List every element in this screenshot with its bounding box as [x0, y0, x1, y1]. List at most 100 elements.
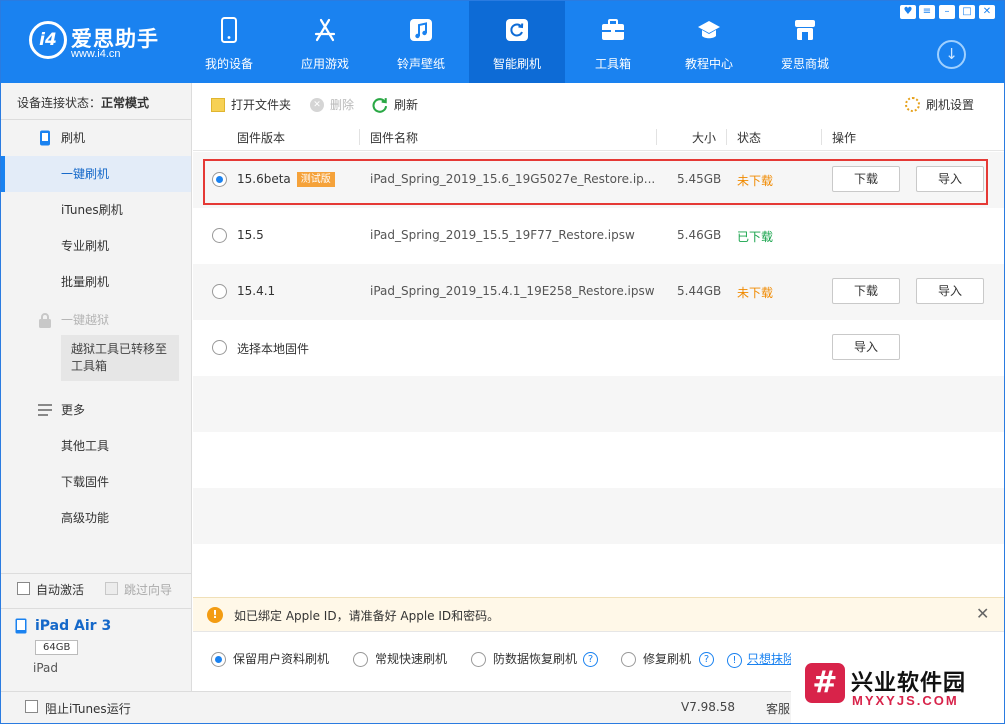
gear-icon	[905, 97, 920, 112]
option-label: 修复刷机	[643, 652, 692, 666]
nav-apps-games[interactable]: 应用游戏	[277, 1, 373, 83]
sidebar: 设备连接状态：正常模式 刷机 一键刷机 iTunes刷机 专业刷机 批量刷机 一…	[1, 83, 192, 691]
column-action: 操作	[832, 131, 857, 145]
local-firmware-label: 选择本地固件	[237, 342, 310, 356]
option-radio[interactable]	[471, 652, 486, 667]
customer-service-link[interactable]: 客服	[766, 700, 790, 717]
group-label: 更多	[61, 403, 86, 417]
sidebar-group-jailbreak: 一键越狱	[1, 302, 191, 338]
appstore-icon	[314, 18, 336, 42]
empty-row	[193, 376, 1004, 432]
firmware-table-header: 固件版本 固件名称 大小 状态 操作	[193, 123, 1004, 151]
flash-settings-button[interactable]: 刷机设置	[905, 96, 974, 113]
sidebar-item-itunes-flash[interactable]: iTunes刷机	[1, 192, 191, 228]
button-label: 刷新	[394, 98, 419, 112]
delete-icon: ✕	[310, 97, 324, 112]
lock-icon	[39, 313, 51, 328]
sidebar-item-batch-flash[interactable]: 批量刷机	[1, 264, 191, 300]
sidebar-item-advanced[interactable]: 高级功能	[1, 500, 191, 536]
block-itunes-label: 阻止iTunes运行	[45, 702, 131, 716]
connection-mode: 正常模式	[101, 96, 150, 110]
apple-id-notice: ! 如已绑定 Apple ID，请准备好 Apple ID和密码。 ✕	[193, 597, 1004, 631]
download-manager-icon[interactable]: ↓	[937, 40, 966, 69]
group-label: 刷机	[61, 131, 86, 145]
help-icon[interactable]: ?	[699, 652, 714, 667]
nav-store[interactable]: 爱思商城	[757, 1, 853, 83]
firmware-version: 15.5	[237, 228, 264, 242]
device-type: iPad	[33, 661, 59, 675]
device-panel[interactable]: iPad Air 3 64GB iPad	[1, 608, 191, 691]
firmware-radio[interactable]	[212, 284, 227, 299]
jailbreak-moved-tip: 越狱工具已转移至工具箱	[61, 335, 179, 381]
option-radio[interactable]	[353, 652, 368, 667]
column-divider	[656, 129, 657, 145]
notice-text: 如已绑定 Apple ID，请准备好 Apple ID和密码。	[234, 609, 500, 623]
sidebar-item-one-click-flash[interactable]: 一键刷机	[1, 156, 191, 192]
column-divider	[359, 129, 360, 145]
nav-ringtones-wallpapers[interactable]: 铃声壁纸	[373, 1, 469, 83]
app-version: V7.98.58	[681, 700, 736, 714]
firmware-name: iPad_Spring_2019_15.5_19F77_Restore.ipsw	[370, 228, 635, 242]
highlight-annotation	[203, 159, 988, 205]
nav-my-device[interactable]: 我的设备	[181, 1, 277, 83]
wipe-only-link[interactable]: ! 只想抹除	[727, 652, 795, 668]
empty-row	[193, 488, 1004, 544]
empty-row	[193, 432, 1004, 488]
button-label: 打开文件夹	[231, 98, 292, 112]
button-label: 删除	[330, 98, 355, 112]
refresh-icon	[506, 19, 528, 41]
menu-icon[interactable]: ≡	[919, 5, 935, 19]
nav-label: 应用游戏	[300, 57, 349, 71]
app-window: i4 爱思助手 www.i4.cn 我的设备 应用游戏 铃声壁纸 智能刷机 工具…	[0, 0, 1005, 724]
link-label: 只想抹除	[747, 652, 796, 666]
firmware-radio[interactable]	[212, 340, 227, 355]
import-button[interactable]: 导入	[916, 278, 984, 304]
minimize-icon[interactable]: –	[939, 5, 955, 19]
open-folder-button[interactable]: 打开文件夹	[211, 96, 291, 113]
nav-label: 我的设备	[204, 57, 253, 71]
local-firmware-row[interactable]: 选择本地固件 导入	[193, 320, 1004, 376]
sidebar-item-pro-flash[interactable]: 专业刷机	[1, 228, 191, 264]
app-url: www.i4.cn	[71, 48, 121, 60]
sidebar-item-other-tools[interactable]: 其他工具	[1, 428, 191, 464]
nav-label: 工具箱	[594, 57, 631, 71]
column-version: 固件版本	[237, 131, 286, 145]
nav-smart-flash[interactable]: 智能刷机	[469, 1, 565, 83]
close-notice-icon[interactable]: ✕	[976, 604, 989, 623]
import-button[interactable]: 导入	[832, 334, 900, 360]
help-icon[interactable]: ?	[583, 652, 598, 667]
skip-guide-checkbox[interactable]	[105, 582, 118, 595]
list-icon	[38, 404, 52, 416]
watermark: # 兴业软件园 MYXYJS.COM	[791, 641, 1004, 723]
auto-activate-checkbox[interactable]	[17, 582, 30, 595]
firmware-row[interactable]: 15.5 iPad_Spring_2019_15.5_19F77_Restore…	[193, 208, 1004, 264]
top-navigation-bar: i4 爱思助手 www.i4.cn 我的设备 应用游戏 铃声壁纸 智能刷机 工具…	[1, 1, 1004, 83]
block-itunes-checkbox[interactable]	[25, 700, 38, 713]
nav-tutorials[interactable]: 教程中心	[661, 1, 757, 83]
skin-icon[interactable]: ♥	[900, 5, 916, 19]
button-label: 刷机设置	[926, 98, 975, 112]
firmware-row[interactable]: 15.4.1 iPad_Spring_2019_15.4.1_19E258_Re…	[193, 264, 1004, 320]
firmware-radio[interactable]	[212, 228, 227, 243]
watermark-url: MYXYJS.COM	[852, 693, 959, 708]
delete-button[interactable]: ✕ 删除	[310, 96, 354, 113]
ipad-icon	[15, 618, 27, 634]
column-divider	[726, 129, 727, 145]
firmware-name: iPad_Spring_2019_15.4.1_19E258_Restore.i…	[370, 284, 655, 298]
option-radio[interactable]	[621, 652, 636, 667]
firmware-size: 5.44GB	[677, 284, 722, 298]
maximize-icon[interactable]: □	[959, 5, 975, 19]
warning-icon: !	[207, 607, 223, 623]
device-capacity-badge: 64GB	[35, 640, 79, 655]
nav-toolbox[interactable]: 工具箱	[565, 1, 661, 83]
refresh-button[interactable]: 刷新	[372, 96, 418, 113]
sidebar-group-more: 更多	[1, 392, 191, 428]
column-divider	[821, 129, 822, 145]
close-icon[interactable]: ✕	[979, 5, 995, 19]
option-radio[interactable]	[211, 652, 226, 667]
store-icon	[795, 20, 815, 40]
flash-phone-icon	[40, 130, 50, 146]
download-button[interactable]: 下载	[832, 278, 900, 304]
sidebar-item-download-firmware[interactable]: 下载固件	[1, 464, 191, 500]
graduation-cap-icon	[698, 21, 720, 39]
